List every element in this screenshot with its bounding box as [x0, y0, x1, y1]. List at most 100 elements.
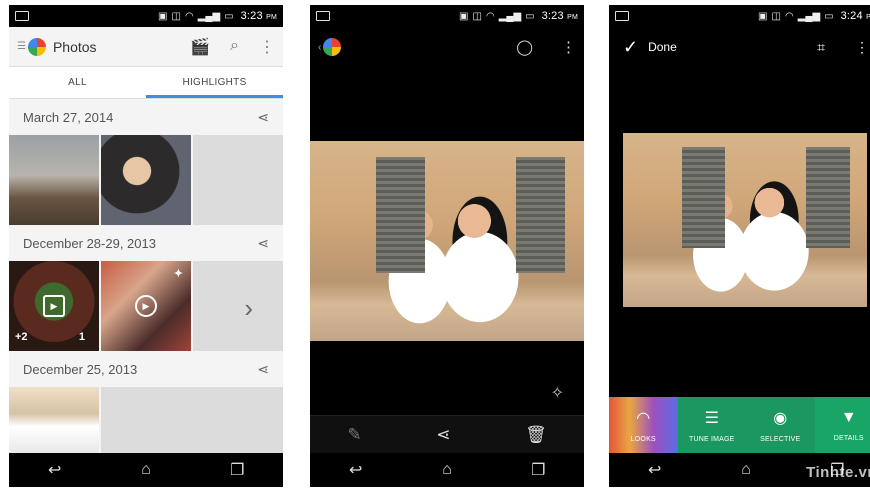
section-header: December 28-29, 2013 ⋖	[9, 225, 283, 261]
tab-highlights[interactable]: HIGHLIGHTS	[146, 67, 283, 98]
movie-maker-icon[interactable]: 🎬	[190, 37, 210, 57]
section-date: March 27, 2014	[23, 109, 114, 125]
section-header: December 25, 2013 ⋖	[9, 351, 283, 387]
up-arrow-icon[interactable]: ‹	[318, 42, 321, 53]
status-bar: ▣ ◫ ◠ ▂▄▆ ▭ 3:23 PM	[9, 5, 283, 27]
search-icon[interactable]: ⌕	[230, 37, 239, 57]
tune-image-tool[interactable]: ☰ TUNE IMAGE	[677, 397, 746, 453]
clock: 3:23	[240, 10, 263, 22]
viewer-top-bar: ‹ ◯ ⋮	[310, 27, 584, 67]
wifi-icon: ◠	[485, 10, 495, 22]
check-icon[interactable]: ✓	[623, 37, 638, 58]
overflow-menu-icon[interactable]: ⋮	[259, 37, 275, 57]
editor-actions: ⌗ ⋮	[817, 39, 869, 56]
status-bar: ▣ ◫ ◠ ▂▄▆ ▭ 3:23 PM	[310, 5, 584, 27]
tab-all[interactable]: ALL	[9, 67, 146, 98]
done-button[interactable]: Done	[648, 40, 677, 54]
status-icons: ▣ ◫ ◠ ▂▄▆ ▭ 3:23 PM	[158, 10, 277, 22]
sync-icon[interactable]: ◯	[516, 38, 533, 56]
clock: 3:24	[840, 10, 863, 22]
more-photos-tile[interactable]: ›	[193, 261, 283, 351]
viewer-actions: ◯ ⋮	[516, 38, 576, 56]
share-icon[interactable]: ⋖	[257, 109, 269, 126]
status-icons: ▣ ◫ ◠ ▂▄▆ ▭ 3:24 PM	[758, 10, 870, 22]
system-nav-bar: ↩ ⌂ ❐	[310, 453, 584, 487]
selective-tool[interactable]: ◉ SELECTIVE	[746, 397, 815, 453]
details-tool[interactable]: ▼ DETAILS	[814, 397, 870, 453]
photo-shutter	[515, 157, 565, 273]
vibrate-icon: ◫	[472, 10, 482, 22]
battery-icon: ▭	[224, 10, 234, 22]
battery-icon: ▭	[824, 10, 834, 22]
battery-icon: ▭	[525, 10, 535, 22]
status-icons: ▣ ◫ ◠ ▂▄▆ ▭ 3:23 PM	[459, 10, 578, 22]
auto-enhance-icon[interactable]: ✧	[551, 383, 564, 403]
notification-icon	[15, 11, 29, 21]
video-thumbnail[interactable]: ▶ +2 1	[9, 261, 99, 351]
share-icon[interactable]: ⋖	[436, 425, 450, 445]
video-thumbnail[interactable]: ▶ ✦	[101, 261, 191, 351]
tool-label: LOOKS	[630, 435, 656, 443]
overflow-menu-icon[interactable]: ⋮	[561, 38, 576, 56]
app-bar-actions: 🎬 ⌕ ⋮	[190, 37, 275, 57]
section-header: March 27, 2014 ⋖	[9, 99, 283, 135]
clock-ampm: PM	[266, 14, 277, 21]
photo-shutter	[806, 146, 850, 248]
signal-icon: ▂▄▆	[197, 10, 221, 22]
app-title: Photos	[52, 38, 97, 55]
crop-icon[interactable]: ⌗	[817, 39, 825, 56]
looks-arc-icon: ◠	[636, 409, 651, 427]
tool-label: TUNE IMAGE	[688, 435, 735, 443]
photo-thumbnail[interactable]	[9, 135, 99, 225]
thumbnail-row	[9, 387, 283, 453]
overflow-menu-icon[interactable]: ⋮	[855, 39, 869, 56]
video-play-icon: ▶	[135, 295, 157, 317]
thumbnail-placeholder	[101, 387, 283, 453]
delete-icon[interactable]: 🗑	[525, 425, 547, 445]
tab-bar: ALL HIGHLIGHTS	[9, 67, 283, 99]
thumbnail-row: ▶ +2 1 ▶ ✦ ›	[9, 261, 283, 351]
nfc-icon: ▣	[758, 10, 768, 22]
home-icon[interactable]: ⌂	[427, 461, 467, 479]
target-icon: ◉	[773, 409, 788, 427]
photo-thumbnail[interactable]	[9, 387, 99, 453]
viewed-photo[interactable]	[310, 141, 584, 341]
share-icon[interactable]: ⋖	[257, 235, 269, 252]
edit-pencil-icon[interactable]: ✎	[347, 425, 361, 445]
chevron-right-icon: ›	[244, 293, 253, 323]
comment-count-badge: 1	[78, 331, 85, 343]
section-date: December 25, 2013	[23, 361, 138, 377]
video-play-icon: ▶	[43, 295, 65, 317]
notification-icon	[615, 11, 629, 21]
photos-logo-icon[interactable]	[27, 37, 46, 56]
photo-viewer-screen: ▣ ◫ ◠ ▂▄▆ ▭ 3:23 PM ‹ ◯ ⋮ ✧ ✎ ⋖ 🗑 ↩ ⌂ ❐	[310, 5, 584, 487]
looks-tool[interactable]: ◠ LOOKS	[609, 397, 678, 453]
signal-icon: ▂▄▆	[498, 10, 522, 22]
drawer-icon[interactable]: ☰	[17, 41, 26, 52]
notification-icon	[316, 11, 330, 21]
vibrate-icon: ◫	[171, 10, 181, 22]
home-icon[interactable]: ⌂	[126, 461, 166, 479]
signal-icon: ▂▄▆	[797, 10, 821, 22]
wifi-icon: ◠	[184, 10, 194, 22]
gallery-screen: ▣ ◫ ◠ ▂▄▆ ▭ 3:23 PM ☰ Photos 🎬 ⌕ ⋮ ALL H…	[9, 5, 283, 487]
home-icon[interactable]: ⌂	[726, 461, 766, 479]
editor-tool-bar: ◠ LOOKS ☰ TUNE IMAGE ◉ SELECTIVE ▼ DETAI…	[609, 397, 870, 453]
back-icon[interactable]: ↩	[336, 460, 376, 480]
recents-icon[interactable]: ❐	[518, 460, 558, 480]
editor-top-bar: ✓ Done ⌗ ⋮	[609, 27, 870, 67]
photos-logo-icon[interactable]	[323, 38, 342, 56]
back-icon[interactable]: ↩	[635, 460, 675, 480]
photo-thumbnail[interactable]	[101, 135, 191, 225]
editing-photo[interactable]	[623, 133, 867, 307]
share-icon[interactable]: ⋖	[257, 361, 269, 378]
photo-editor-screen: ▣ ◫ ◠ ▂▄▆ ▭ 3:24 PM ✓ Done ⌗ ⋮ ◠ LOOKS ☰…	[609, 5, 870, 487]
back-icon[interactable]: ↩	[35, 460, 75, 480]
recents-icon[interactable]: ❐	[217, 460, 257, 480]
photo-shutter	[375, 157, 426, 273]
sparkle-icon: ✦	[173, 268, 183, 280]
status-bar: ▣ ◫ ◠ ▂▄▆ ▭ 3:24 PM	[609, 5, 870, 27]
watermark: Tinhte.vn	[806, 464, 870, 481]
triangle-down-icon: ▼	[840, 408, 857, 426]
more-count-badge: +2	[15, 331, 28, 343]
